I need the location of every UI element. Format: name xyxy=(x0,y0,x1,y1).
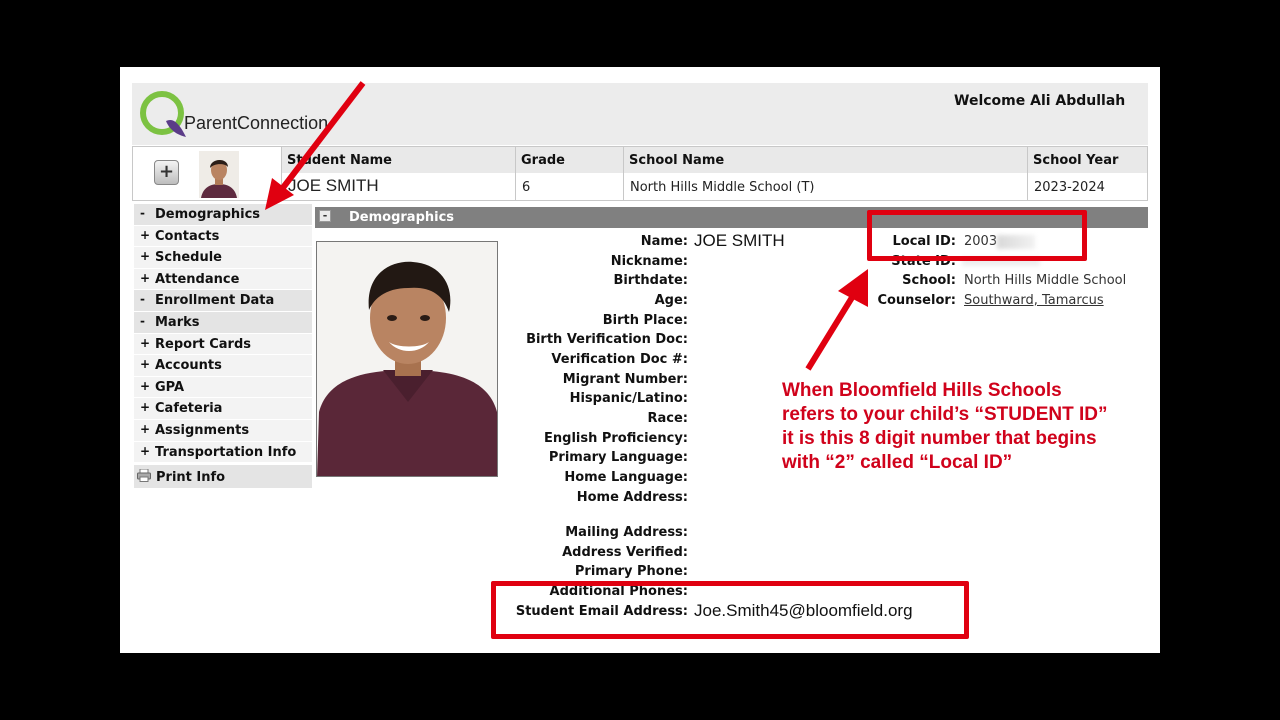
arrow-to-local-id xyxy=(805,289,859,371)
annotation-note: When Bloomfield Hills Schools refers to … xyxy=(782,380,1108,473)
annotation-arrows xyxy=(265,81,868,371)
browser-page: ParentConnection Welcome Ali Abdullah + … xyxy=(120,67,1160,653)
arrow-to-demographics xyxy=(279,81,366,191)
